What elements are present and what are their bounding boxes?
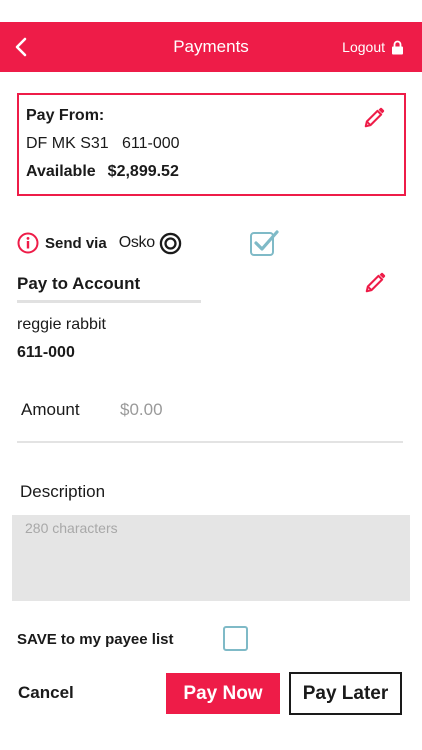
send-via-label: Send via <box>45 234 107 252</box>
pay-from-label: Pay From: <box>26 107 105 124</box>
account-name: DF MK S31 <box>26 135 109 152</box>
send-via-checkbox[interactable] <box>249 229 279 257</box>
send-via-row: Send via Osko <box>17 231 182 255</box>
pay-later-button[interactable]: Pay Later <box>289 672 402 715</box>
osko-logo-icon <box>159 232 182 254</box>
save-payee-label: SAVE to my payee list <box>17 631 174 648</box>
amount-divider <box>17 441 403 443</box>
amount-input[interactable] <box>120 398 320 422</box>
cancel-button[interactable]: Cancel <box>18 683 74 703</box>
description-label: Description <box>20 482 106 501</box>
pencil-icon[interactable] <box>363 107 385 129</box>
save-payee-checkbox[interactable] <box>223 626 248 651</box>
pay-from-card[interactable]: Pay From: DF MK S31 611-000 Available $2,… <box>17 93 406 196</box>
pay-to-divider <box>17 300 201 303</box>
osko-logo-text: Osko <box>118 234 155 251</box>
pencil-icon[interactable] <box>364 272 386 294</box>
logout-label: Logout <box>342 39 385 55</box>
pay-to-account-label: Pay to Account <box>17 274 141 293</box>
amount-label: Amount <box>21 400 80 419</box>
available-balance: Available $2,899.52 <box>26 163 179 181</box>
lock-icon <box>392 40 403 54</box>
pay-from-account: DF MK S31 611-000 <box>26 135 180 153</box>
payee-bsb: 611-000 <box>17 344 75 361</box>
pay-now-button[interactable]: Pay Now <box>166 673 280 714</box>
header-bar: Payments Logout <box>0 22 422 72</box>
description-input[interactable] <box>12 515 410 601</box>
available-label: Available <box>26 163 96 180</box>
info-circle-icon[interactable] <box>17 232 39 254</box>
account-bsb: 611-000 <box>122 135 180 152</box>
available-amount: $2,899.52 <box>107 163 179 180</box>
logout-button[interactable]: Logout <box>342 39 404 55</box>
payee-name: reggie rabbit <box>17 316 106 333</box>
